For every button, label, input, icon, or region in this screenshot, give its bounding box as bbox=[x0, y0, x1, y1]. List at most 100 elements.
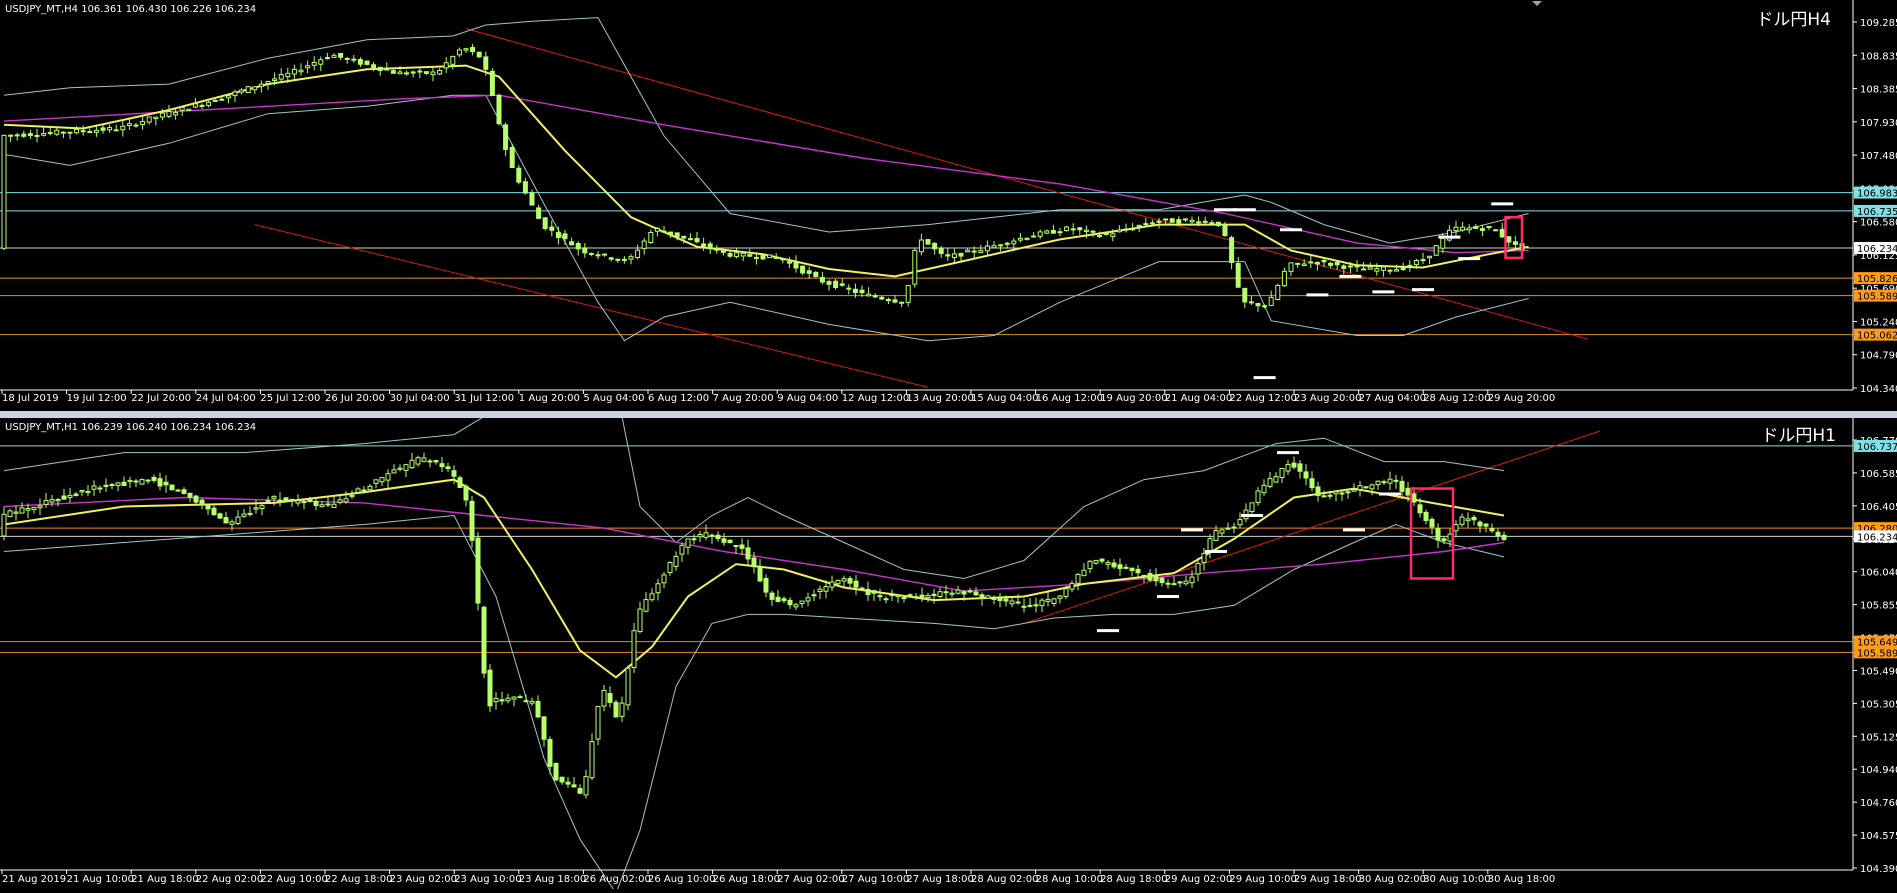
h4-x-tick-label: 5 Aug 04:00 bbox=[583, 393, 644, 404]
h1-candle-body bbox=[13, 511, 19, 514]
h4-candle-body bbox=[252, 86, 258, 91]
h1-candle-body bbox=[895, 594, 901, 598]
h1-chart-panel[interactable]: 106.770106.585106.405106.220106.040105.8… bbox=[0, 325, 1897, 893]
h1-candle-body bbox=[295, 500, 301, 504]
h4-candle-body bbox=[397, 71, 403, 75]
h4-candle-body bbox=[674, 232, 680, 238]
h1-candle-body bbox=[1, 513, 7, 537]
h1-x-tick-label: 29 Aug 18:00 bbox=[1294, 874, 1361, 885]
h1-candle-body bbox=[751, 557, 757, 568]
h4-candle-body bbox=[456, 49, 462, 56]
h4-candle-body bbox=[1347, 265, 1353, 268]
h1-candle-body bbox=[613, 701, 619, 718]
h1-candle-body bbox=[157, 478, 163, 487]
panel-splitter[interactable] bbox=[0, 411, 1897, 418]
h4-candle-body bbox=[1321, 259, 1327, 263]
h1-candle-body bbox=[817, 588, 823, 593]
h4-x-tick-label: 24 Jul 04:00 bbox=[196, 393, 256, 404]
h4-candle-body bbox=[905, 285, 911, 303]
h1-candle-body bbox=[1393, 479, 1399, 482]
h4-candle-body bbox=[1057, 231, 1063, 234]
h4-candle-body bbox=[463, 48, 469, 51]
h1-candle-body bbox=[229, 521, 235, 525]
h1-candle-body bbox=[379, 477, 385, 483]
h4-candle-body bbox=[1453, 226, 1459, 232]
h1-candle-body bbox=[637, 608, 643, 633]
h4-candle-body bbox=[575, 242, 581, 250]
h1-chart[interactable]: 106.770106.585106.405106.220106.040105.8… bbox=[0, 325, 1897, 893]
h4-candle-body bbox=[806, 270, 812, 274]
h4-candle-body bbox=[87, 131, 93, 134]
h4-x-tick-label: 31 Jul 12:00 bbox=[454, 393, 514, 404]
h4-chart[interactable]: 109.285108.835108.385107.930107.480107.0… bbox=[0, 0, 1897, 413]
h1-x-tick-label: 27 Aug 18:00 bbox=[906, 874, 973, 885]
h4-candle-body bbox=[258, 83, 264, 87]
h1-candle-body bbox=[91, 485, 97, 490]
h4-candle-body bbox=[872, 295, 878, 298]
h4-y-tick-label: 109.285 bbox=[1860, 18, 1897, 29]
h1-candle-body bbox=[907, 594, 913, 597]
h4-candle-body bbox=[753, 256, 759, 259]
h1-candle-body bbox=[25, 507, 31, 511]
h1-candle-body bbox=[583, 776, 589, 796]
h1-candle-body bbox=[781, 598, 787, 602]
h4-candle-body bbox=[146, 116, 152, 123]
h4-candle-body bbox=[826, 281, 832, 285]
h1-candle-body bbox=[313, 500, 319, 506]
h4-candle-body bbox=[971, 250, 977, 253]
h4-candle-body bbox=[344, 57, 350, 60]
h4-x-tick-label: 27 Aug 04:00 bbox=[1359, 393, 1426, 404]
h4-candle-body bbox=[1427, 255, 1433, 259]
h4-candle-body bbox=[1136, 224, 1142, 227]
h4-chart-panel[interactable]: 109.285108.835108.385107.930107.480107.0… bbox=[0, 0, 1897, 413]
h1-candle-body bbox=[1267, 478, 1273, 487]
h4-candle-body bbox=[608, 257, 614, 260]
h4-candle-body bbox=[1295, 262, 1301, 265]
h1-candle-body bbox=[1375, 480, 1381, 486]
h4-candle-body bbox=[265, 81, 271, 84]
h1-price-axis: 106.770106.585106.405106.220106.040105.8… bbox=[1852, 418, 1897, 875]
h1-x-tick-label: 27 Aug 10:00 bbox=[842, 874, 909, 885]
h4-x-tick-label: 30 Jul 04:00 bbox=[390, 393, 450, 404]
h1-y-tick-label: 106.585 bbox=[1860, 469, 1897, 480]
h4-candle-body bbox=[542, 217, 548, 230]
h1-candle-body bbox=[205, 504, 211, 510]
h1-candle-body bbox=[1177, 581, 1183, 584]
h4-candle-body bbox=[1229, 237, 1235, 263]
h1-candle-body bbox=[661, 574, 667, 584]
h1-x-tick-label: 23 Aug 02:00 bbox=[390, 874, 457, 885]
h1-candle-body bbox=[109, 484, 115, 487]
h4-candle-body bbox=[892, 299, 898, 303]
h4-candle-body bbox=[173, 111, 179, 116]
h4-candle-body bbox=[1328, 262, 1334, 266]
h4-candle-body bbox=[74, 128, 80, 134]
h1-candle-body bbox=[319, 504, 325, 508]
h1-candle-body bbox=[451, 470, 457, 477]
h1-candle-body bbox=[877, 595, 883, 598]
h1-candle-body bbox=[115, 482, 121, 486]
h1-candle-body bbox=[901, 597, 907, 600]
h4-candle-body bbox=[984, 245, 990, 252]
scroll-marker-icon[interactable] bbox=[1532, 1, 1542, 6]
h4-candle-body bbox=[1097, 235, 1103, 238]
h1-candle-body bbox=[247, 512, 253, 515]
h4-candle-body bbox=[1374, 268, 1380, 272]
h1-candle-body bbox=[529, 700, 535, 704]
h4-candle-body bbox=[932, 242, 938, 250]
h4-candle-body bbox=[1387, 269, 1393, 272]
h1-candle-body bbox=[469, 500, 475, 541]
h1-candle-body bbox=[1465, 518, 1471, 522]
h4-candle-body bbox=[1281, 270, 1287, 287]
h4-candle-body bbox=[443, 62, 449, 69]
h1-candle-body bbox=[1255, 490, 1261, 504]
h4-candle-body bbox=[245, 86, 251, 94]
h1-candle-body bbox=[73, 493, 79, 497]
h1-candle-body bbox=[925, 594, 931, 599]
h1-candle-body bbox=[1309, 478, 1315, 489]
h4-x-tick-label: 19 Aug 20:00 bbox=[1100, 393, 1167, 404]
h1-candle-body bbox=[721, 538, 727, 543]
h1-candle-body bbox=[385, 473, 391, 481]
h4-candle-body bbox=[1031, 235, 1037, 238]
h4-candle-body bbox=[351, 58, 357, 61]
h1-chart-title: ドル円H1 bbox=[1761, 426, 1836, 446]
